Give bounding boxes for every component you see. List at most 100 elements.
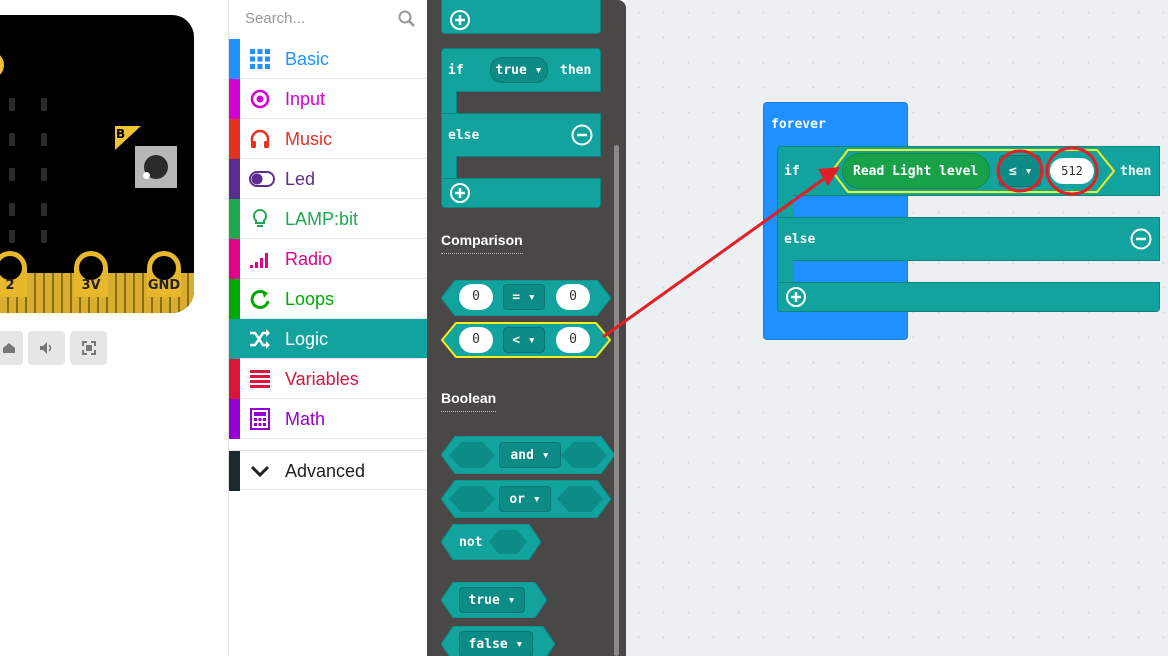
stop-icon <box>2 343 15 353</box>
if-block-footer[interactable] <box>441 178 601 208</box>
loop-icon <box>250 289 270 309</box>
operator-dropdown[interactable]: ≤ ▾ <box>999 155 1041 187</box>
not-keyword: not <box>459 535 483 550</box>
category-advanced[interactable]: Advanced <box>229 450 428 491</box>
category-color-bar <box>229 239 240 279</box>
button-a[interactable] <box>0 51 4 79</box>
category-input[interactable]: Input <box>229 79 428 119</box>
led <box>41 168 47 181</box>
category-color-bar <box>229 79 240 119</box>
led <box>9 230 15 243</box>
list-icon <box>250 370 270 388</box>
category-label: Led <box>285 169 316 189</box>
category-radio[interactable]: Radio <box>229 239 428 279</box>
category-label: Math <box>285 409 326 429</box>
add-icon[interactable] <box>786 287 806 307</box>
indicator-dot <box>143 172 150 179</box>
led <box>9 133 15 146</box>
category-color-bar <box>229 399 240 439</box>
category-lampbit[interactable]: LAMP:bit <box>229 199 428 239</box>
workspace-canvas[interactable]: forever if then Read Light level ≤ ▾ 512… <box>626 0 1168 656</box>
compare-lt-operator[interactable]: < ▾ <box>503 327 545 353</box>
true-dropdown[interactable]: true ▾ <box>459 587 525 613</box>
grid-icon <box>250 49 270 69</box>
pin-pad-3v[interactable]: 3V <box>74 251 108 297</box>
block-arm <box>441 91 457 115</box>
search-input[interactable]: Search... <box>245 10 305 27</box>
compare-lt-left-value[interactable]: 0 <box>459 327 493 353</box>
compare-eq-right-value[interactable]: 0 <box>556 284 590 310</box>
stop-button[interactable] <box>0 331 23 365</box>
false-dropdown[interactable]: false ▾ <box>459 631 533 656</box>
then-keyword: then <box>560 63 592 78</box>
compare-lt-right-value[interactable]: 0 <box>556 327 590 353</box>
toolbox: Search... Basic Input Music Led LAMP:bit… <box>228 0 428 656</box>
category-color-bar <box>229 39 240 79</box>
category-label: Basic <box>285 49 330 69</box>
category-basic[interactable]: Basic <box>229 39 428 79</box>
toggle-icon <box>249 171 275 187</box>
headphones-icon <box>250 129 270 148</box>
compare-eq-left-value[interactable]: 0 <box>459 284 493 310</box>
category-label: Logic <box>285 329 329 349</box>
not-block-shape <box>441 524 541 560</box>
led <box>9 168 15 181</box>
compare-eq-operator[interactable]: = ▾ <box>503 284 545 310</box>
category-led[interactable]: Led <box>229 159 428 199</box>
calculator-icon <box>250 408 270 430</box>
category-color-bar <box>229 279 240 319</box>
pin-pad-2[interactable]: 2 <box>0 251 27 297</box>
else-section[interactable]: else <box>441 113 601 157</box>
fullscreen-icon <box>81 341 96 355</box>
comparison-heading: Comparison <box>441 232 523 254</box>
fullscreen-button[interactable] <box>70 331 107 365</box>
led <box>9 203 15 216</box>
if-keyword: if <box>784 164 800 179</box>
add-icon[interactable] <box>450 183 470 203</box>
category-color-bar <box>229 359 240 399</box>
block-flyout: if true ▾ then else Comparison 0 = ▾ 0 0… <box>427 0 626 656</box>
remove-icon[interactable] <box>571 124 593 146</box>
category-color-bar <box>229 199 240 239</box>
category-label: Loops <box>285 289 335 309</box>
category-color-bar <box>229 319 240 359</box>
category-logic[interactable]: Logic <box>229 319 428 359</box>
search-box[interactable]: Search... <box>229 0 428 38</box>
category-variables[interactable]: Variables <box>229 359 428 399</box>
else-keyword: else <box>784 232 816 247</box>
category-math[interactable]: Math <box>229 399 428 439</box>
or-operator[interactable]: or ▾ <box>499 486 551 512</box>
signal-icon <box>250 253 268 268</box>
and-operator[interactable]: and ▾ <box>499 442 561 468</box>
category-label: Advanced <box>285 461 366 481</box>
search-icon[interactable] <box>397 9 417 29</box>
read-light-level-block[interactable]: Read Light level <box>842 153 990 189</box>
microbit-board: B 2 3V GND <box>0 15 194 313</box>
else-keyword: else <box>448 128 480 143</box>
category-label: Radio <box>285 249 333 269</box>
if-block-footer[interactable] <box>777 282 1160 312</box>
mute-button[interactable] <box>28 331 65 365</box>
compare-value-input[interactable]: 512 <box>1050 158 1094 184</box>
if-then-else-block[interactable]: if true ▾ then <box>441 48 601 92</box>
flyout-scrollbar[interactable] <box>614 145 619 656</box>
true-dropdown[interactable]: true ▾ <box>490 57 548 83</box>
category-music[interactable]: Music <box>229 119 428 159</box>
category-color-bar <box>229 119 240 159</box>
category-label: Music <box>285 129 333 149</box>
forever-keyword: forever <box>771 117 826 132</box>
if-block-partial[interactable] <box>441 0 601 34</box>
chevron-down-icon <box>250 465 270 478</box>
led <box>41 203 47 216</box>
category-color-bar <box>229 451 240 491</box>
add-icon[interactable] <box>450 10 470 30</box>
led <box>41 230 47 243</box>
button-b[interactable] <box>135 146 177 188</box>
remove-icon[interactable] <box>1130 228 1152 250</box>
simulator-panel: B 2 3V GND <box>0 0 228 656</box>
category-loops[interactable]: Loops <box>229 279 428 319</box>
boolean-heading: Boolean <box>441 390 497 412</box>
else-section[interactable]: else <box>777 217 1160 261</box>
pin-pad-gnd[interactable]: GND <box>147 251 181 297</box>
category-color-bar <box>229 159 240 199</box>
